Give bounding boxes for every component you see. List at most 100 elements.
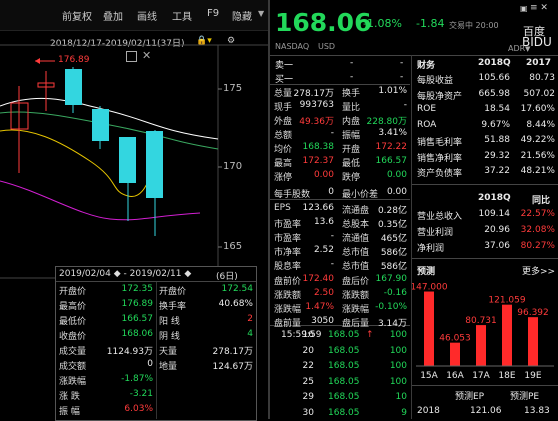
range-stat-value-2: 2 [247, 314, 253, 324]
forecast-bar [476, 325, 486, 366]
range-stat-label: 开盘价 [59, 287, 87, 297]
tick-volume: 10 [395, 392, 407, 402]
stat-label-2: 振幅 [342, 131, 361, 141]
stat-label: EPS [274, 203, 291, 213]
stat-label-2: 开盘 [342, 145, 361, 155]
stat-row: 涨停 0.00 跌停 0.00 [270, 170, 410, 183]
stat-row: 涨跌额 2.50 涨跌额 -0.16 [270, 288, 410, 301]
forecast-bar-label: 15A [420, 371, 438, 381]
stat-label: 市盈率 [274, 220, 302, 230]
range-stat-label-2: 天量 [159, 347, 178, 357]
finance-label: ROE [417, 104, 437, 114]
range-stats-row: 最高价 176.89 换手率 40.68% [56, 299, 256, 312]
finance-value-2018q: 9.67% [481, 119, 510, 130]
range-stats-box: 2019/02/04 ◆ - 2019/02/11 ◆ (6日) 开盘价 172.… [55, 266, 257, 421]
finance-row: 销售净利率 29.32 21.56% [412, 150, 558, 164]
toolbar-overlay[interactable]: 叠加 [103, 8, 123, 23]
range-stats-row: 开盘价 172.35 开盘价 172.54 [56, 284, 256, 297]
stat-label-2: 盘后价 [342, 277, 370, 287]
finance-value-2018q: 665.98 [478, 88, 511, 99]
range-stat-label: 成交额 [59, 362, 87, 372]
stat-label-2: 内盘 [342, 117, 361, 127]
stat-value-2: 0.28亿 [377, 206, 407, 216]
last-price: 168.06 [275, 8, 372, 37]
stat-value: - [330, 259, 334, 269]
trade-tick-row: 22 168.05 100 [270, 361, 410, 373]
stat-value: 168.38 [302, 142, 335, 152]
range-stat-label: 涨 跌 [59, 392, 80, 402]
stat-row: 均价 168.38 开盘 172.22 [270, 142, 410, 155]
stat-value-2: 0.35亿 [377, 220, 407, 230]
change-absolute: -1.84 [416, 17, 445, 30]
stat-label-2: 最小价差 [342, 190, 379, 200]
stat-label-2: 总市值 [342, 248, 370, 258]
stat-value: 0.00 [313, 170, 334, 180]
finance2-label: 营业总收入 [417, 212, 463, 222]
finance2-col-yoy: 同比 [532, 196, 551, 206]
stat-label-2: 盘后量 [342, 319, 370, 329]
market-label: NASDAQ [275, 42, 310, 51]
stat-value: 13.6 [313, 217, 334, 227]
adr-chevron-icon[interactable]: ▼ [525, 45, 530, 53]
finance-row: 每股净资产 665.98 507.02 [412, 88, 558, 102]
range-stat-label-2: 阳 线 [159, 317, 180, 327]
finance2-yoy: 22.57% [520, 209, 555, 219]
stat-row: 总量 278.17万 换手 1.01% [270, 86, 410, 99]
forecast-chart: 147.000 15A 46.053 16A 80.731 17A 121.059 18E 96… [412, 283, 554, 381]
toolbar-forward-adjust[interactable]: 前复权 [62, 8, 92, 23]
forecast-bar-value: 96.392 [517, 308, 549, 318]
finance-value-2018q: 18.54 [484, 104, 510, 114]
forecast-bar-label: 16A [446, 371, 464, 381]
tick-price: 168.05 [328, 392, 360, 402]
window-controls[interactable]: ≡ ✕ [530, 3, 548, 13]
forecast-bar-value: 121.059 [488, 296, 525, 306]
stat-label: 盘前价 [274, 277, 302, 287]
toolbar-dropdown-icon[interactable]: ▼ [258, 9, 264, 18]
stat-label: 最高 [274, 159, 293, 169]
stat-label: 股息率 [274, 262, 302, 272]
range-stat-label-2: 换手率 [159, 302, 187, 312]
menu-icon[interactable]: ▣ [520, 4, 528, 13]
stat-label: 总额 [274, 131, 293, 141]
stat-value: 172.37 [302, 156, 335, 166]
chart-high-label: 176.89 [58, 55, 90, 65]
toolbar-hide[interactable]: 隐藏 [232, 8, 252, 23]
tick-volume: 100 [389, 345, 407, 356]
range-stat-value: -1.87% [121, 374, 153, 384]
stat-value-2: 167.90 [375, 274, 408, 284]
forecast-bar-label: 18E [498, 371, 515, 381]
stat-label-2: 涨跌额 [342, 291, 370, 301]
stat-label: 市净率 [274, 248, 302, 258]
finance-value-2017: 48.21% [520, 166, 555, 176]
stat-row: 每手股数 0 最小价差 0.00 [270, 187, 410, 200]
finance-label: 资产负债率 [417, 169, 463, 179]
range-stat-label: 成交量 [59, 347, 87, 357]
stat-label: 总量 [274, 89, 293, 99]
stat-row: 外盘 49.36万 内盘 228.80万 [270, 114, 410, 127]
range-stat-label-2: 地量 [159, 362, 178, 372]
currency-label: USD [318, 42, 336, 51]
trade-tick-row: 15:59:59 16 168.05 100 [270, 330, 410, 342]
range-stat-value: 168.06 [121, 329, 154, 339]
stat-value-2: 228.80万 [366, 117, 408, 127]
tick-price: 168.05 [328, 407, 360, 418]
finance-value-2018q: 29.32 [484, 150, 510, 161]
tick-num: 16 [302, 330, 314, 340]
stat-value: - [330, 231, 334, 241]
range-stats-row: 涨 跌 -3.21 [56, 389, 256, 402]
stat-label: 市盈率 [274, 234, 302, 244]
adr-label: ADR [508, 44, 526, 53]
change-percent: -1.08% [363, 17, 402, 30]
stat-value-2: -0.16 [383, 288, 407, 298]
finance2-row: 净利润 37.06 80.27% [412, 241, 558, 254]
finance-value-2017: 21.56% [520, 150, 555, 161]
toolbar-f9[interactable]: F9 [207, 8, 219, 19]
stat-label-2: 量比 [342, 103, 361, 113]
tick-volume: 100 [389, 376, 407, 387]
stat-value-2: -0.10% [375, 302, 407, 312]
toolbar-draw-line[interactable]: 画线 [137, 8, 157, 23]
forecast-bar-label: 19E [524, 371, 541, 381]
forecast-bar [450, 342, 460, 366]
stat-value: 0 [328, 187, 334, 197]
toolbar-tools[interactable]: 工具 [172, 8, 192, 23]
